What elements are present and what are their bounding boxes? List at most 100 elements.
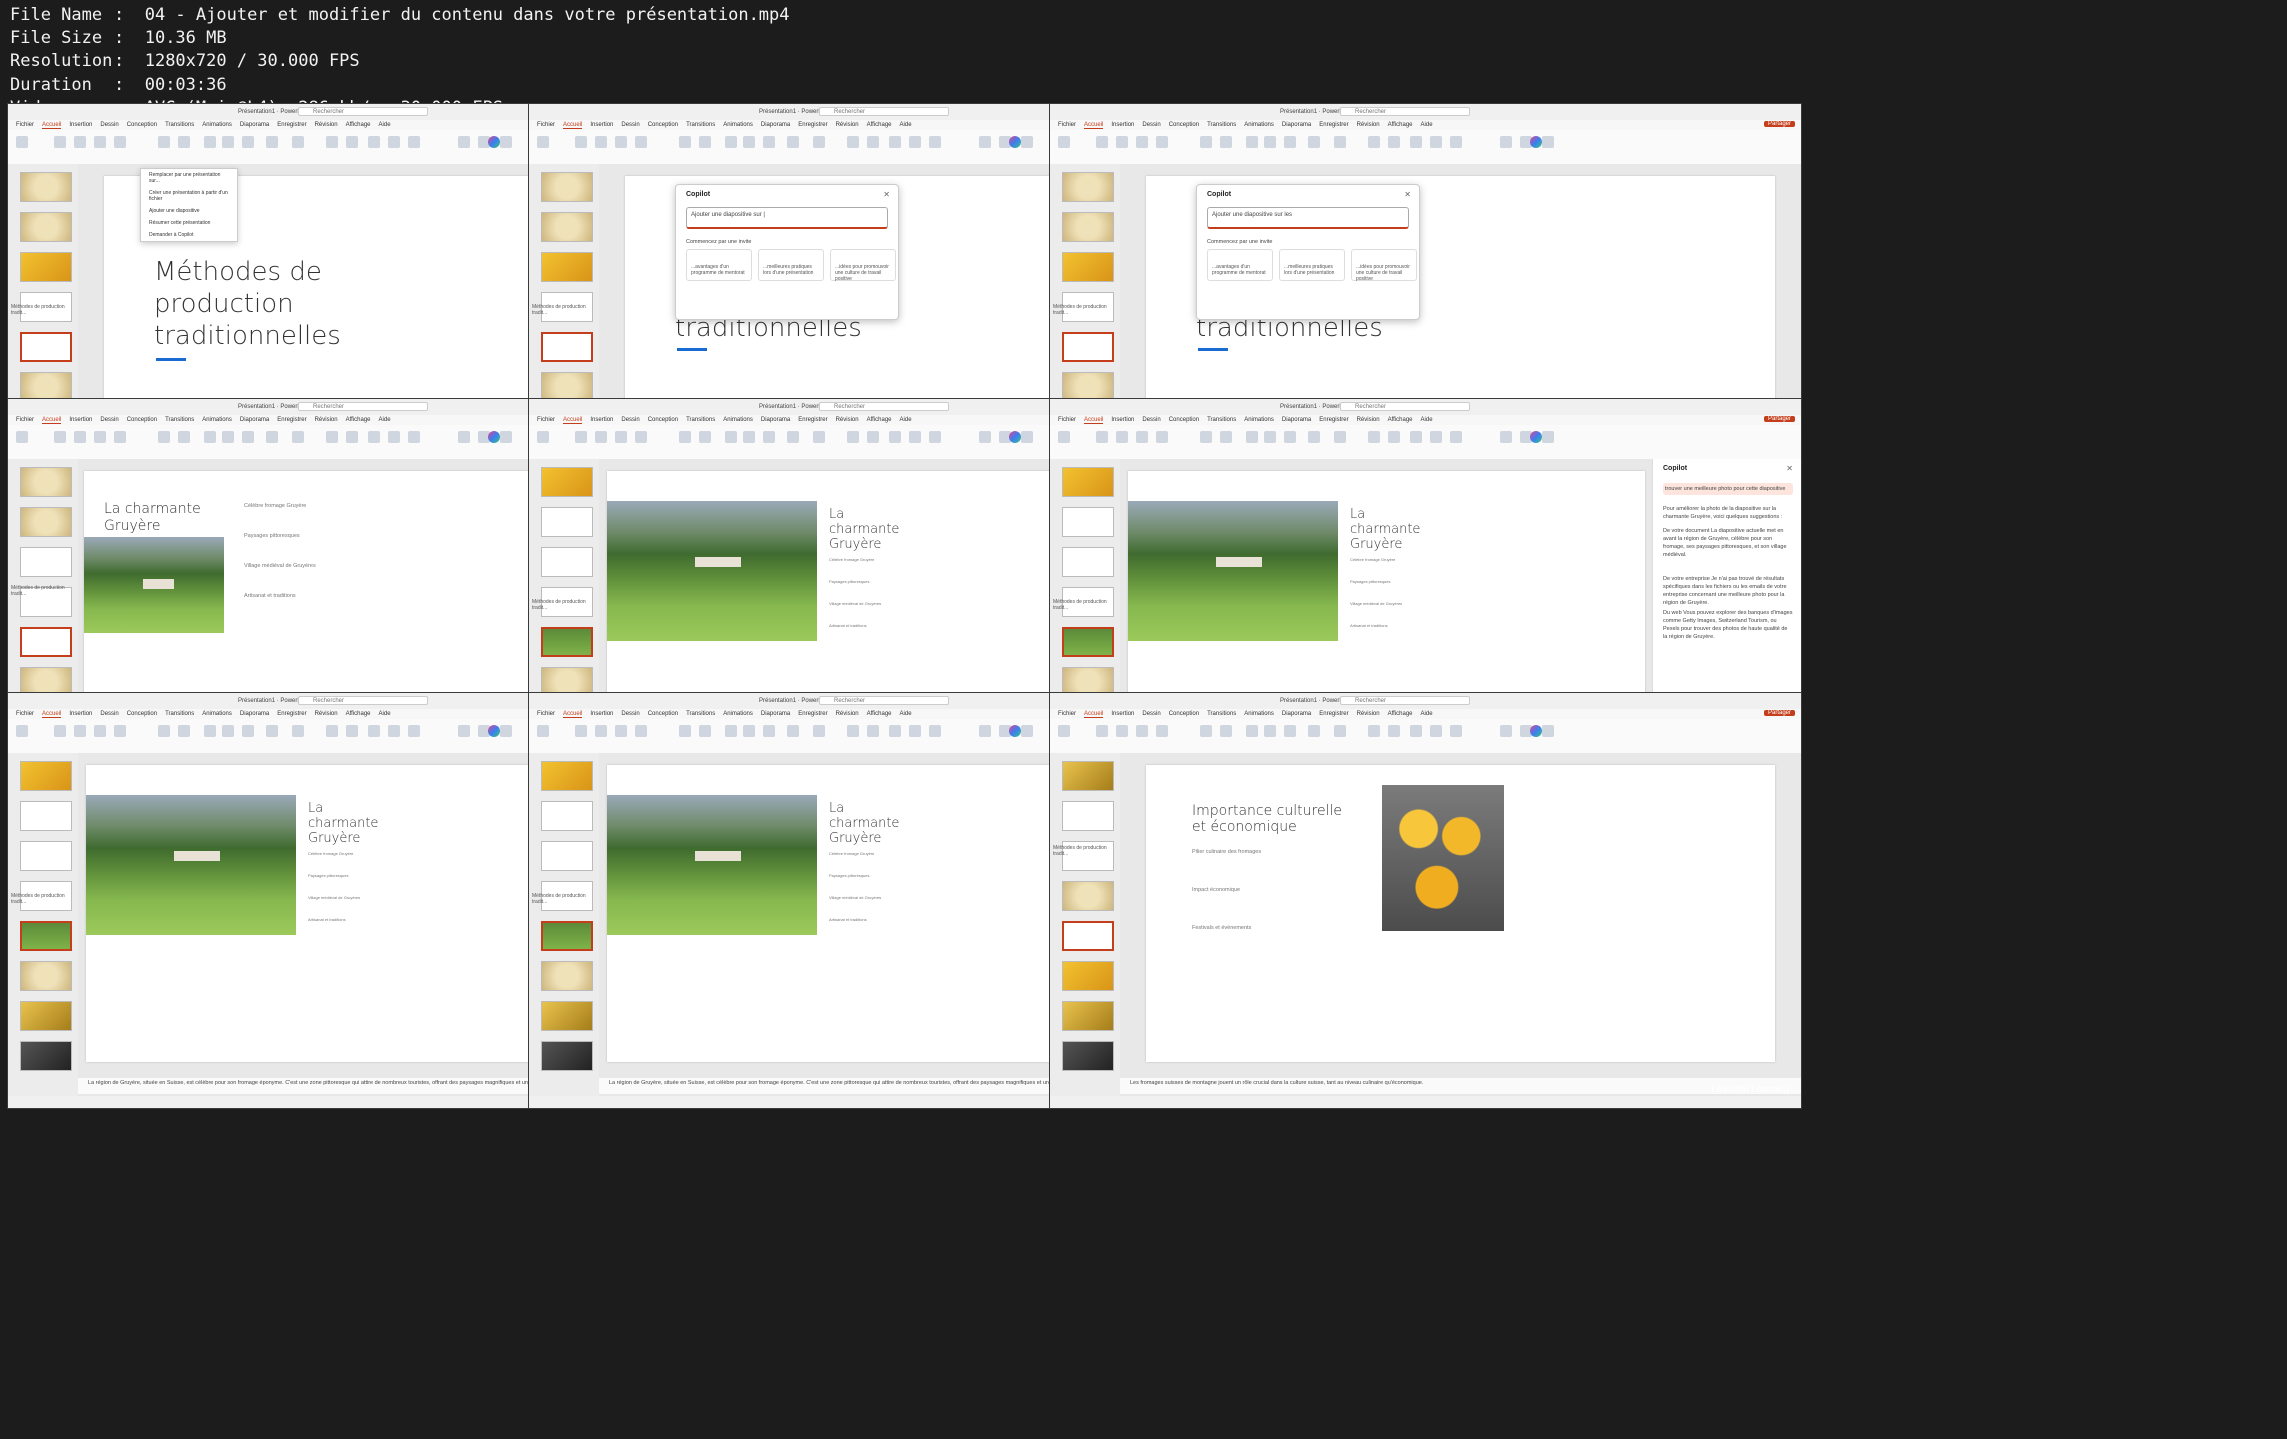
ribbon-icon[interactable] [635, 431, 647, 443]
tab-10[interactable]: Affichage [867, 122, 892, 128]
ribbon-icon[interactable] [178, 431, 190, 443]
ribbon-icon[interactable] [725, 136, 737, 148]
ribbon-icon[interactable] [867, 725, 879, 737]
search-box[interactable]: Rechercher [819, 107, 949, 116]
tab-1[interactable]: Accueil [563, 122, 583, 129]
search-box[interactable]: Rechercher [1340, 107, 1470, 116]
ribbon-icon[interactable] [1264, 725, 1276, 737]
slide-thumbnail[interactable] [20, 467, 72, 497]
slide-thumbnail[interactable] [541, 507, 593, 537]
slide-thumbnail[interactable] [1062, 761, 1114, 791]
tab-7[interactable]: Diaporama [761, 417, 790, 423]
ribbon-icon[interactable] [388, 725, 400, 737]
slide-thumbnail[interactable] [1062, 1041, 1114, 1071]
ribbon-icon[interactable] [1264, 136, 1276, 148]
tab-11[interactable]: Aide [379, 711, 391, 717]
tab-10[interactable]: Affichage [1388, 711, 1413, 717]
ribbon-icon[interactable] [575, 431, 587, 443]
tab-9[interactable]: Révision [315, 711, 338, 717]
ribbon-icon[interactable] [699, 431, 711, 443]
prompt-card[interactable]: ...avantages d'un programme de mentorat [686, 249, 752, 281]
tab-5[interactable]: Transitions [165, 122, 194, 128]
tab-7[interactable]: Diaporama [240, 417, 269, 423]
tab-6[interactable]: Animations [1244, 122, 1274, 128]
slide-thumbnail[interactable] [20, 801, 72, 831]
ribbon-icon[interactable] [1500, 136, 1512, 148]
ribbon-icon[interactable] [1430, 136, 1442, 148]
ribbon-icon[interactable] [763, 136, 775, 148]
slide-thumbnail[interactable] [541, 627, 593, 657]
tab-2[interactable]: Insertion [69, 122, 92, 128]
ribbon-icon[interactable] [326, 725, 338, 737]
ribbon-icon[interactable] [1200, 136, 1212, 148]
ribbon-icon[interactable] [787, 136, 799, 148]
tab-2[interactable]: Insertion [1111, 417, 1134, 423]
ribbon-icon[interactable] [725, 725, 737, 737]
slide-thumbnail[interactable] [20, 212, 72, 242]
tab-9[interactable]: Révision [836, 417, 859, 423]
slide[interactable]: Importance culturelle et économique Pilie… [1146, 765, 1775, 1062]
ribbon-icon[interactable] [1058, 725, 1070, 737]
ribbon-icon[interactable] [763, 725, 775, 737]
prompt-card[interactable]: ...meilleures pratiques lors d'une prése… [1279, 249, 1345, 281]
ribbon-icon[interactable] [1388, 136, 1400, 148]
slide-thumbnail[interactable] [1062, 961, 1114, 991]
tab-8[interactable]: Enregistrer [1319, 122, 1348, 128]
ribbon-icon[interactable] [292, 431, 304, 443]
tab-5[interactable]: Transitions [1207, 122, 1236, 128]
ribbon-icon[interactable] [813, 136, 825, 148]
ribbon-icon[interactable] [204, 431, 216, 443]
search-box[interactable]: Rechercher [1340, 696, 1470, 705]
ribbon-icon[interactable] [94, 431, 106, 443]
search-box[interactable]: Rechercher [298, 402, 428, 411]
gruyere-photo[interactable] [86, 795, 296, 935]
ribbon-icon[interactable] [813, 725, 825, 737]
ribbon-icon[interactable] [346, 431, 358, 443]
ribbon-icon[interactable] [368, 136, 380, 148]
ribbon-icon[interactable] [679, 136, 691, 148]
tab-1[interactable]: Accueil [1084, 711, 1104, 718]
slide-thumbnail[interactable] [541, 841, 593, 871]
ribbon-icon[interactable] [204, 725, 216, 737]
ribbon-icon[interactable] [743, 136, 755, 148]
slide-title[interactable]: La charmante Gruyère [829, 507, 909, 552]
tab-5[interactable]: Transitions [1207, 711, 1236, 717]
slide-title[interactable]: La charmante Gruyère [1350, 507, 1430, 552]
tab-1[interactable]: Accueil [42, 417, 62, 424]
ribbon-icon[interactable] [1264, 431, 1276, 443]
tab-4[interactable]: Conception [1169, 417, 1199, 423]
tab-4[interactable]: Conception [1169, 711, 1199, 717]
ribbon-icon[interactable] [743, 431, 755, 443]
tab-7[interactable]: Diaporama [1282, 711, 1311, 717]
ribbon-icon[interactable] [725, 431, 737, 443]
ribbon-icon[interactable] [1284, 136, 1296, 148]
prompt-card[interactable]: ...idées pour promouvoir une culture de … [830, 249, 896, 282]
slide-thumbnail[interactable] [1062, 547, 1114, 577]
ribbon-icon[interactable] [54, 431, 66, 443]
slide-thumbnail[interactable] [1062, 252, 1114, 282]
ribbon-icon[interactable] [178, 725, 190, 737]
slide-title[interactable]: Importance culturelle et économique [1192, 803, 1352, 835]
ribbon-icon[interactable] [74, 136, 86, 148]
tab-3[interactable]: Dessin [100, 711, 118, 717]
tab-0[interactable]: Fichier [1058, 417, 1076, 423]
ribbon-icon[interactable] [929, 431, 941, 443]
tab-6[interactable]: Animations [202, 417, 232, 423]
ribbon-icon[interactable] [1096, 725, 1108, 737]
share-button[interactable]: Partager [1763, 121, 1795, 127]
tab-11[interactable]: Aide [379, 122, 391, 128]
ribbon-icon[interactable] [1116, 431, 1128, 443]
ribbon-icon[interactable] [1334, 431, 1346, 443]
tab-2[interactable]: Insertion [590, 122, 613, 128]
tab-8[interactable]: Enregistrer [798, 122, 827, 128]
ribbon-icon[interactable] [1410, 725, 1422, 737]
ribbon-icon[interactable] [158, 725, 170, 737]
ribbon-icon[interactable] [595, 136, 607, 148]
ribbon-icon[interactable] [1220, 136, 1232, 148]
prompt-card[interactable]: ...idées pour promouvoir une culture de … [1351, 249, 1417, 282]
slide-thumbnail[interactable] [541, 212, 593, 242]
tab-3[interactable]: Dessin [1142, 711, 1160, 717]
tab-10[interactable]: Affichage [1388, 417, 1413, 423]
ribbon-icon[interactable] [699, 136, 711, 148]
slide-thumbnail[interactable] [541, 332, 593, 362]
